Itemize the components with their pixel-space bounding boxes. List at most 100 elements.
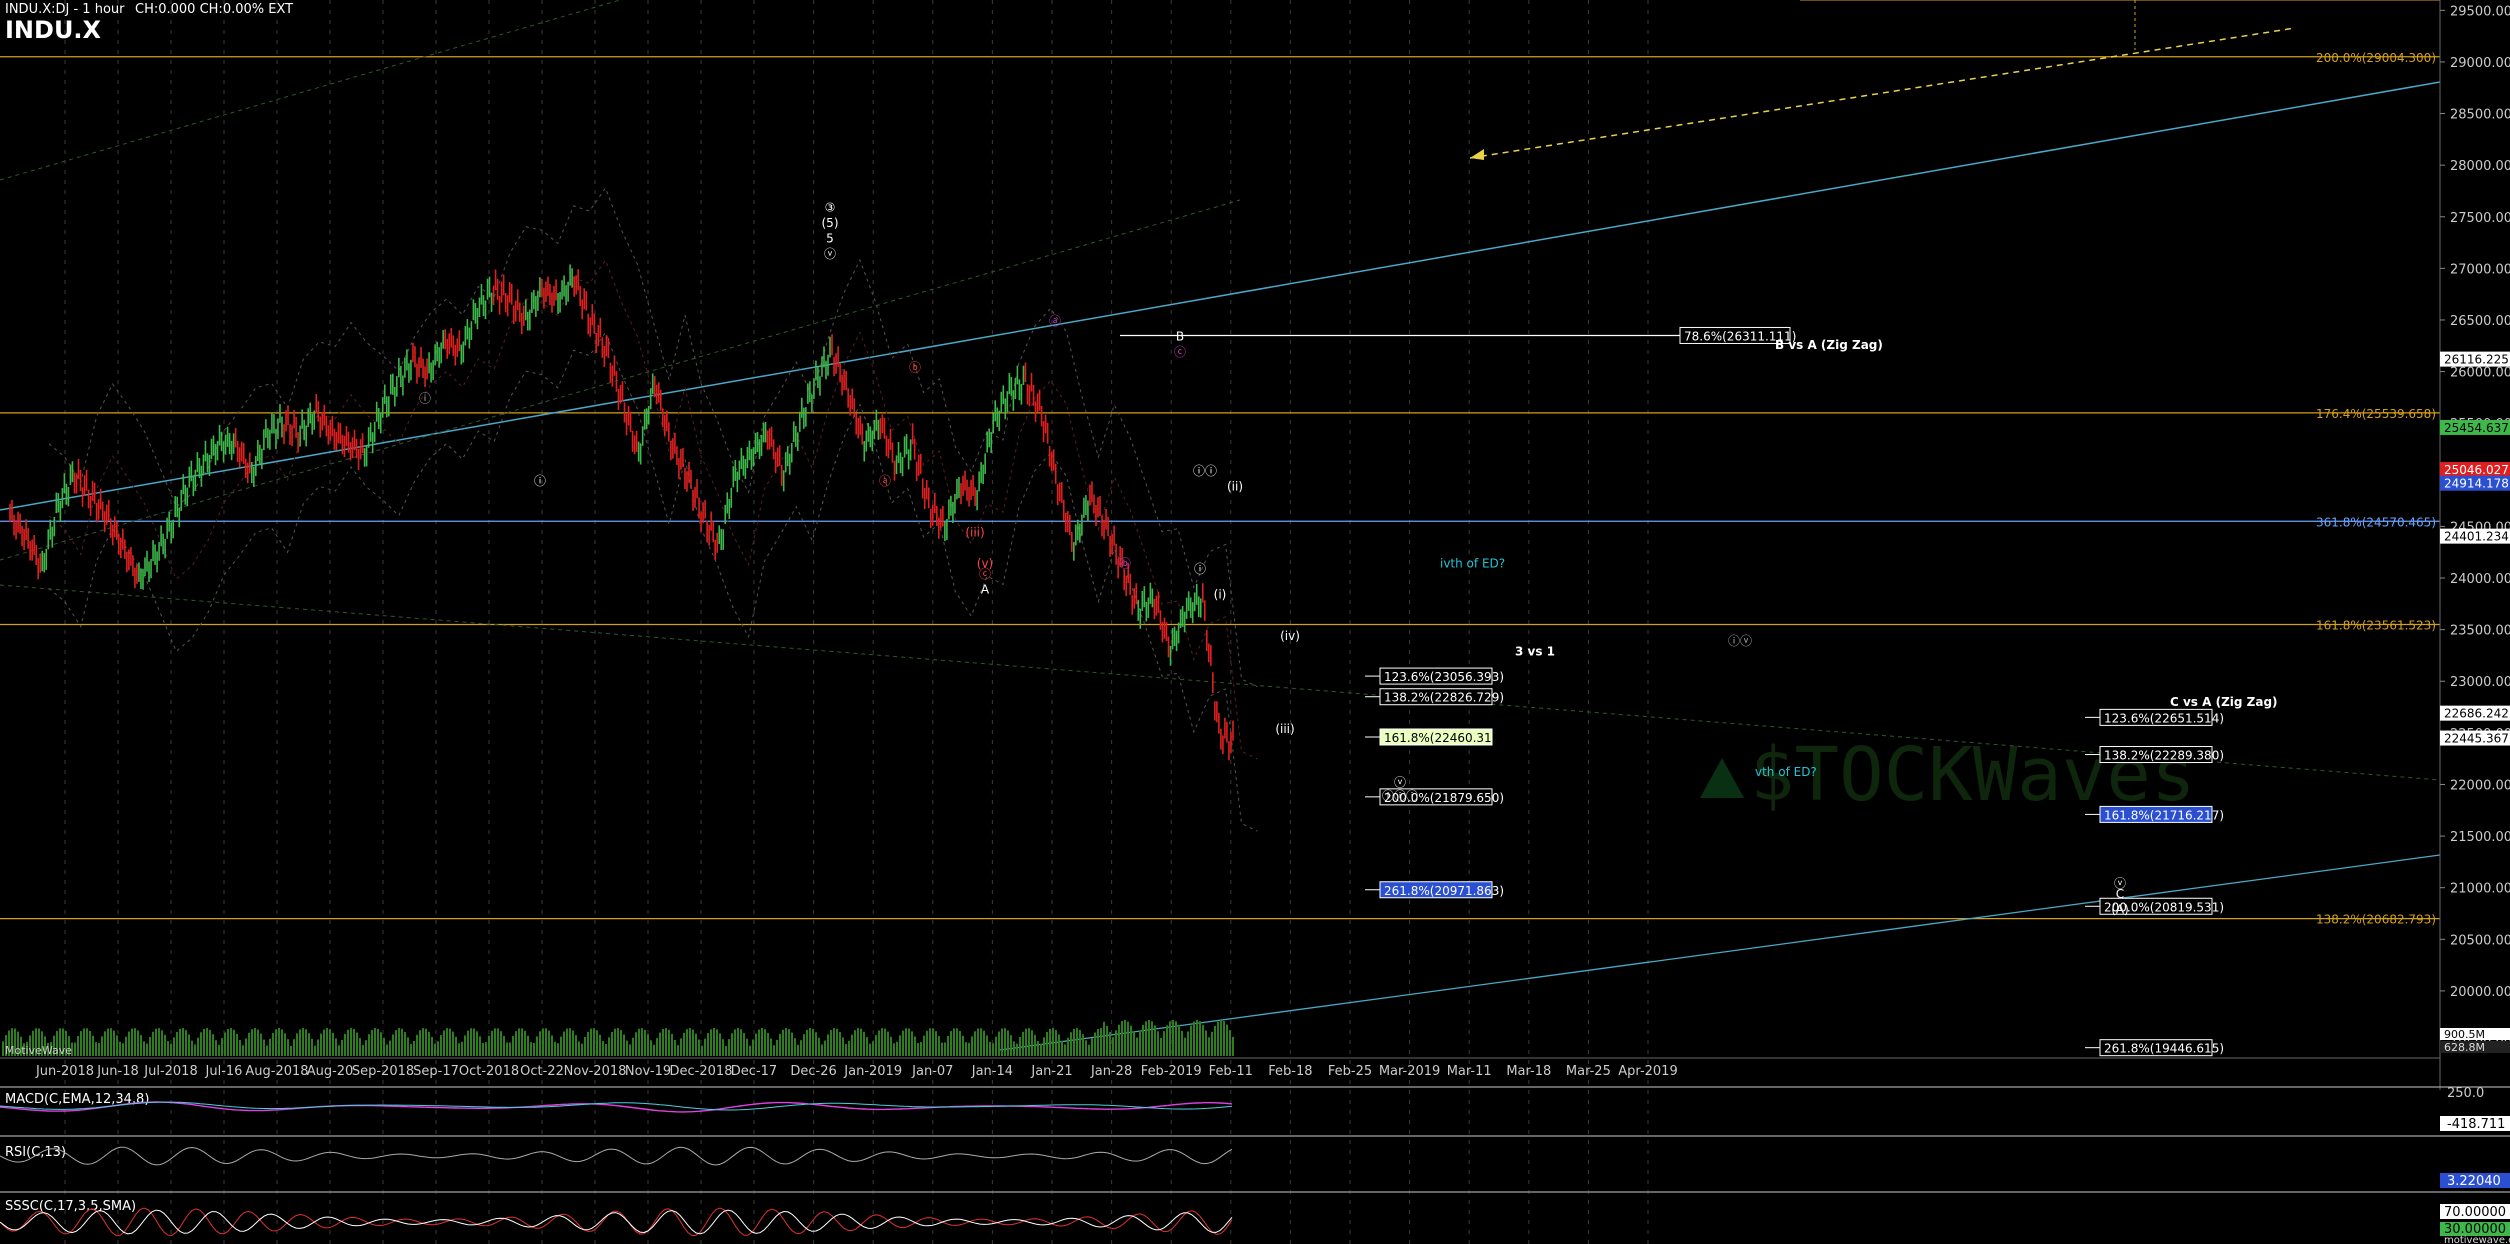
volume-bar — [488, 1035, 490, 1056]
y-tick-label: 23500.000 — [2450, 624, 2510, 639]
volume-bar — [956, 1028, 958, 1056]
volume-bar — [467, 1030, 469, 1056]
x-tick-label: Nov-2018 — [564, 1064, 627, 1079]
volume-bar — [962, 1035, 964, 1056]
volume-bar — [326, 1028, 328, 1056]
volume-bar — [818, 1037, 820, 1056]
volume-bar — [224, 1032, 226, 1056]
volume-bar — [926, 1030, 928, 1056]
annotation-text: 3 vs 1 — [1515, 644, 1555, 658]
price-axis[interactable]: 29500.000 29000.000 28500.000 28000.000 2750… — [2439, 0, 2510, 1090]
volume-bar — [578, 1041, 580, 1056]
volume-bar — [152, 1031, 154, 1056]
volume-bar — [770, 1038, 772, 1056]
wave-label: ③ — [825, 201, 836, 215]
wave-label: (A) — [2111, 902, 2129, 916]
volume-bar — [233, 1029, 235, 1056]
fib-box-label: 123.6%(23056.393) — [1384, 670, 1504, 684]
volume-bar — [923, 1035, 925, 1056]
wave-label: (iv) — [1280, 629, 1300, 643]
volume-bar — [281, 1029, 283, 1056]
x-tick-label: Jan-2019 — [843, 1064, 902, 1079]
volume-bar — [95, 1042, 97, 1056]
macd-axis-label: 250.0 — [2447, 1086, 2484, 1101]
volume-axis-label: 900.5M — [2444, 1028, 2485, 1041]
volume-bar — [887, 1031, 889, 1056]
volume-bar — [809, 1028, 811, 1056]
volume-bar — [1127, 1021, 1129, 1056]
volume-bar — [1061, 1040, 1063, 1056]
volume-bar — [1007, 1030, 1009, 1056]
volume-bar — [692, 1029, 694, 1056]
volume-bar — [572, 1030, 574, 1056]
volume-bar — [914, 1036, 916, 1056]
wave-label: (ii) — [1227, 479, 1243, 493]
volume-bar — [953, 1028, 955, 1056]
volume-bar — [1106, 1025, 1108, 1056]
fib-box-label: 161.8%(22460.316) — [1384, 731, 1504, 745]
volume-bar — [1214, 1025, 1216, 1056]
volume-bar — [368, 1034, 370, 1056]
volume-bar — [74, 1042, 76, 1056]
volume-bar — [389, 1040, 391, 1056]
volume-bar — [440, 1035, 442, 1056]
volume-bar — [824, 1040, 826, 1056]
volume-bar — [1226, 1024, 1228, 1056]
volume-bar — [1046, 1031, 1048, 1056]
volume-bar — [869, 1043, 871, 1056]
volume-bar — [563, 1031, 565, 1056]
volume-bar — [509, 1042, 511, 1056]
wave-label: ⓘⓥ — [1728, 634, 1752, 648]
annotation-text: ivth of ED? — [1440, 557, 1505, 571]
y-tick-label: 24000.000 — [2450, 572, 2510, 587]
volume-bar — [1196, 1020, 1198, 1056]
volume-bar — [215, 1040, 217, 1056]
volume-bar — [980, 1028, 982, 1056]
volume-bar — [743, 1033, 745, 1056]
volume-bar — [398, 1028, 400, 1056]
volume-bar — [635, 1032, 637, 1056]
volume-bar — [1232, 1036, 1234, 1056]
wave-label: ⓑ — [1119, 557, 1131, 571]
y-tick-label: 21500.000 — [2450, 830, 2510, 845]
volume-bar — [566, 1028, 568, 1056]
volume-bar — [560, 1036, 562, 1056]
fib-box-label: 161.8%(21716.217) — [2104, 808, 2224, 822]
volume-bar — [1121, 1021, 1123, 1056]
stock-chart[interactable]: $TOCKWaves 200.0%(29004.300)78.6%(26311.… — [0, 0, 2510, 1244]
volume-bar — [920, 1042, 922, 1056]
wave-label: (iii) — [965, 526, 984, 540]
volume-bar — [833, 1028, 835, 1056]
volume-bar — [803, 1034, 805, 1056]
volume-bar — [638, 1028, 640, 1056]
x-tick-label: Dec-2018 — [670, 1064, 733, 1079]
volume-bar — [365, 1040, 367, 1056]
volume-bar — [110, 1028, 112, 1056]
volume-bar — [584, 1037, 586, 1056]
volume-bar — [290, 1045, 292, 1056]
volume-bar — [881, 1028, 883, 1056]
volume-bar — [707, 1033, 709, 1056]
volume-bar — [605, 1044, 607, 1056]
volume-bar — [617, 1028, 619, 1056]
volume-bar — [710, 1029, 712, 1056]
volume-bar — [668, 1029, 670, 1056]
annotation-text: C vs A (Zig Zag) — [2170, 695, 2278, 709]
volume-bar — [242, 1045, 244, 1056]
volume-bar — [401, 1028, 403, 1056]
page-title: INDU.X — [5, 16, 102, 44]
y-tick-label: 27000.000 — [2450, 262, 2510, 277]
volume-bar — [197, 1037, 199, 1056]
x-tick-label: Mar-25 — [1566, 1064, 1611, 1079]
volume-bar — [1229, 1030, 1231, 1056]
volume-bar — [929, 1028, 931, 1056]
volume-bar — [899, 1035, 901, 1056]
volume-bar — [713, 1028, 715, 1056]
price-badge-label: 26116.225 — [2444, 353, 2509, 367]
x-tick-label: Mar-18 — [1506, 1064, 1551, 1079]
x-tick-label: Aug-20 — [307, 1064, 354, 1079]
volume-bar — [524, 1030, 526, 1056]
volume-bar — [383, 1037, 385, 1056]
volume-bar — [1085, 1040, 1087, 1056]
volume-bar — [1118, 1024, 1120, 1056]
